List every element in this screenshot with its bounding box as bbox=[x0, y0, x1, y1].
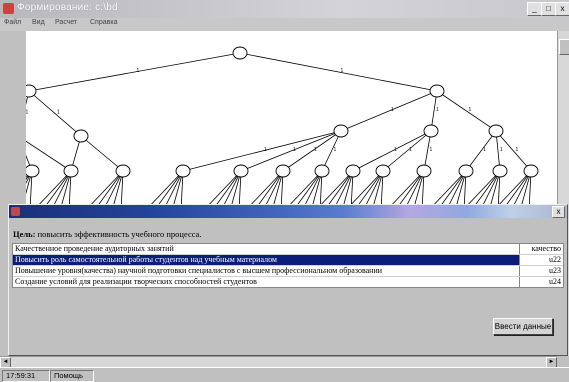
tree-node[interactable] bbox=[523, 164, 539, 178]
row-value[interactable]: u24 bbox=[519, 277, 563, 287]
tree-node[interactable] bbox=[115, 164, 131, 178]
row-text: Создание условий для реализации творческ… bbox=[15, 277, 257, 286]
tree-node[interactable] bbox=[488, 124, 504, 138]
goal-tree: 1 1 1 1 1 1 1 1 1 1 1 1 1 1 1 1 1 bbox=[26, 46, 539, 204]
window-title: Формирование: c:\bd bbox=[17, 2, 118, 13]
tree-node[interactable] bbox=[175, 164, 191, 178]
edge-weight-label: 1 bbox=[57, 110, 60, 116]
edge-weight-label: 1 bbox=[430, 147, 433, 153]
left-gutter bbox=[0, 31, 26, 204]
tree-node[interactable] bbox=[275, 164, 291, 178]
edge-weight-label: 1 bbox=[26, 110, 29, 116]
dialog-app-icon bbox=[11, 207, 20, 216]
edge-weight-label: 1 bbox=[341, 68, 344, 74]
menu-help[interactable]: Справка bbox=[90, 19, 117, 26]
vertical-scroll-thumb[interactable] bbox=[559, 39, 569, 55]
status-time: 17:59:31 bbox=[2, 370, 50, 382]
tree-node[interactable] bbox=[314, 164, 330, 178]
row-text: Повысить роль самостоятельной работы сту… bbox=[15, 255, 277, 264]
goal-line: Цель: повысить эффективность учебного пр… bbox=[13, 229, 202, 239]
status-bar: 17:59:31 Помощь bbox=[0, 367, 569, 382]
edge-weight-label: 1 bbox=[394, 147, 397, 153]
minimize-button[interactable]: _ bbox=[527, 2, 542, 16]
table-row[interactable]: Создание условий для реализации творческ… bbox=[13, 277, 563, 287]
tree-node[interactable] bbox=[233, 164, 249, 178]
tree-node[interactable] bbox=[345, 164, 361, 178]
app-icon bbox=[3, 3, 14, 14]
edge-weight-label: 1 bbox=[516, 147, 519, 153]
row-value[interactable]: u22 bbox=[519, 255, 563, 265]
status-help: Помощь bbox=[50, 370, 94, 382]
tree-node[interactable] bbox=[416, 164, 432, 178]
menu-bar: Файл Вид Расчет Справка bbox=[0, 18, 569, 31]
menu-view[interactable]: Вид bbox=[32, 19, 45, 26]
tree-node[interactable] bbox=[492, 164, 508, 178]
root-node[interactable] bbox=[232, 46, 248, 60]
edge-weight-label: 1 bbox=[314, 147, 317, 153]
close-button[interactable]: x bbox=[555, 2, 569, 16]
tree-node[interactable] bbox=[63, 164, 79, 178]
tree-node[interactable] bbox=[423, 124, 439, 138]
row-text: Качественное проведение аудиторных занят… bbox=[15, 244, 174, 253]
tree-node[interactable] bbox=[333, 124, 349, 138]
tree-node[interactable] bbox=[73, 129, 89, 143]
table-row-selected[interactable]: Повысить роль самостоятельной работы сту… bbox=[13, 255, 563, 266]
enter-data-button[interactable]: Ввести данные bbox=[493, 318, 553, 335]
tree-node[interactable] bbox=[26, 84, 37, 98]
edge-weight-label: 1 bbox=[469, 107, 472, 113]
edge-weight-label: 1 bbox=[409, 147, 412, 153]
tree-node[interactable] bbox=[429, 84, 445, 98]
table-row[interactable]: Повышение уровня(качества) научной подго… bbox=[13, 266, 563, 277]
row-text: Повышение уровня(качества) научной подго… bbox=[15, 266, 383, 275]
edge-weight-label: 1 bbox=[391, 107, 394, 113]
edge-weight-label: 1 bbox=[293, 147, 296, 153]
subgoal-table: Качественное проведение аудиторных занят… bbox=[12, 243, 564, 288]
tree-node[interactable] bbox=[375, 164, 391, 178]
horizontal-scrollbar[interactable]: ◄ ► bbox=[0, 356, 557, 368]
tree-node[interactable] bbox=[26, 164, 40, 178]
goal-label: Цель: bbox=[13, 229, 36, 239]
dialog-titlebar[interactable]: x bbox=[9, 205, 567, 218]
goal-text: повысить эффективность учебного процесса… bbox=[37, 229, 202, 239]
edge-weight-label: 1 bbox=[500, 147, 503, 153]
edge-weight-label: 1 bbox=[137, 68, 140, 74]
edge-weight-label: 1 bbox=[264, 147, 267, 153]
table-row[interactable]: Качественное проведение аудиторных занят… bbox=[13, 244, 563, 263]
row-value[interactable]: качество u21 bbox=[519, 244, 563, 263]
menu-calc[interactable]: Расчет bbox=[55, 19, 77, 26]
goal-dialog: x Цель: повысить эффективность учебного … bbox=[8, 204, 568, 356]
edge-weight-label: 1 bbox=[334, 147, 337, 153]
goal-tree-canvas[interactable]: 1 1 1 1 1 1 1 1 1 1 1 1 1 1 1 1 1 bbox=[26, 31, 557, 204]
tree-node[interactable] bbox=[458, 164, 474, 178]
edge-weight-label: 1 bbox=[436, 107, 439, 113]
row-value[interactable]: u23 bbox=[519, 266, 563, 276]
window-titlebar[interactable]: Формирование: c:\bd _ □ x bbox=[0, 0, 569, 18]
menu-file[interactable]: Файл bbox=[4, 19, 21, 26]
edge-weight-label: 1 bbox=[483, 147, 486, 153]
dialog-close-button[interactable]: x bbox=[552, 206, 565, 218]
maximize-button[interactable]: □ bbox=[541, 2, 556, 16]
